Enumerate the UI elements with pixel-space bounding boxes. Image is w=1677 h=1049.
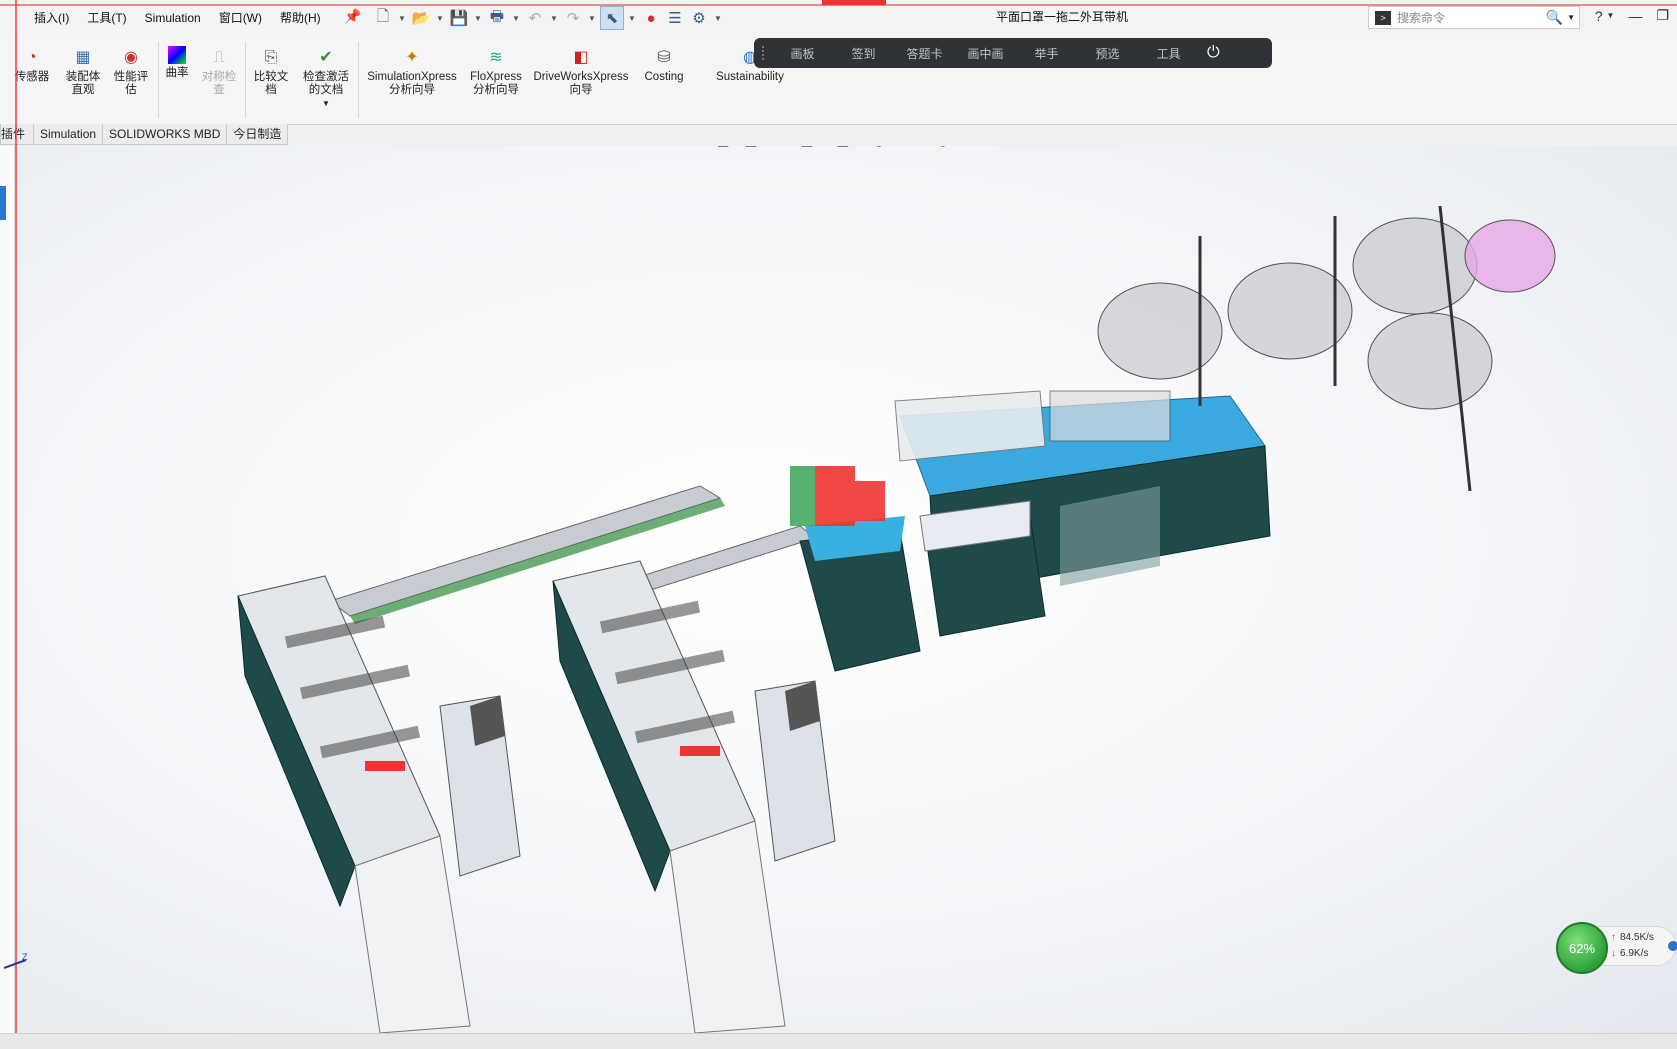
speed-readout: ↑ 84.5K/s ↓ 6.9K/s (1596, 926, 1677, 966)
ear-loop-welder-left (237, 575, 521, 1033)
axis-z-label: Z (22, 952, 28, 962)
upload-speed: ↑ 84.5K/s (1611, 932, 1654, 943)
floatbar-preselect[interactable]: 预选 (1077, 45, 1138, 62)
assembly-visualization-button[interactable]: ▦ 装配体直观 (62, 46, 104, 97)
symmetry-check-button[interactable]: ⎍ 对称检查 (198, 46, 240, 97)
curvature-button[interactable]: 曲率 (162, 46, 192, 80)
new-document-icon[interactable]: 🗋 (372, 7, 394, 29)
floatbar-drawing-board[interactable]: 画板 (772, 45, 833, 62)
command-tabs: 插件 Simulation SOLIDWORKS MBD 今日制造 (0, 124, 289, 146)
options-gear-icon[interactable]: ⚙ (688, 7, 710, 29)
search-placeholder[interactable]: 搜索命令 (1397, 9, 1546, 26)
file-properties-icon[interactable]: ☰ (664, 7, 686, 29)
command-prompt-icon: > (1375, 10, 1391, 25)
floating-classroom-toolbar: 画板 签到 答题卡 画中画 举手 预选 工具 ⏻ (754, 38, 1272, 68)
panel-indicator (0, 186, 6, 220)
sensor-icon: ◔ (27, 48, 37, 66)
status-bar (0, 1033, 1677, 1049)
floatbar-raise-hand[interactable]: 举手 (1016, 45, 1077, 62)
print-dropdown-icon[interactable]: ▼ (510, 14, 522, 23)
redo-dropdown-icon[interactable]: ▼ (586, 14, 598, 23)
performance-evaluation-icon: ◉ (124, 48, 138, 66)
triad-axis: Z (3, 952, 28, 969)
document-title: 平面口罩一拖二外耳带机 (996, 10, 1129, 24)
save-dropdown-icon[interactable]: ▼ (472, 14, 484, 23)
performance-evaluation-button[interactable]: ◉ 性能评估 (110, 46, 152, 97)
menu-simulation[interactable]: Simulation (136, 9, 210, 27)
options-dropdown-icon[interactable]: ▼ (712, 14, 724, 23)
open-icon[interactable]: 📂 (410, 7, 432, 29)
ear-loop-transfer-unit (790, 466, 885, 526)
help-icon[interactable]: ? (1595, 8, 1603, 24)
check-active-document-button[interactable]: ✔ 检查激活的文档 ▼ (298, 46, 354, 110)
tab-today-manufacture[interactable]: 今日制造 (226, 124, 289, 145)
tab-add-ins[interactable]: 插件 (0, 124, 35, 145)
compare-documents-icon: ⎘ (264, 48, 278, 66)
download-arrow-icon: ↓ (1611, 948, 1616, 959)
menu-tools[interactable]: 工具(T) (78, 9, 135, 27)
floatbar-answer-card[interactable]: 答题卡 (894, 45, 955, 62)
search-icon[interactable]: 🔍 (1546, 9, 1563, 26)
help-dropdown-icon[interactable]: ▼ (1607, 11, 1615, 20)
floxpress-icon: ≋ (489, 48, 503, 66)
minimize-icon[interactable]: — (1628, 8, 1642, 24)
memory-usage-ball[interactable]: 62% (1556, 922, 1608, 974)
check-dropdown-icon[interactable]: ▼ (322, 97, 330, 110)
download-speed: ↓ 6.9K/s (1611, 948, 1649, 959)
graphics-area[interactable]: ⌕ ⊡ ⤓ ◢ ▥ ✕ ◫▼ ◧▼ ◉▼ ◕ ◍▼ ▭▼ ◧ ◨ — ❐ (0, 146, 1677, 1033)
undo-icon[interactable]: ↶ (524, 7, 546, 29)
ribbon-separator (158, 42, 159, 118)
simulationxpress-icon: ✦ (405, 48, 419, 66)
costing-icon: ⛁ (657, 48, 671, 66)
driveworksxpress-icon: ◧ (573, 48, 589, 66)
pin-icon[interactable]: 📌 (344, 8, 361, 25)
restore-icon[interactable]: ❐ (1656, 7, 1669, 24)
quick-access-toolbar: 🗋 ▼ 📂 ▼ 💾 ▼ 🖶 ▼ ↶ ▼ ↷ ▼ ⬉ ▼ ● ☰ ⚙ ▼ (372, 6, 724, 30)
floatbar-tools[interactable]: 工具 (1138, 45, 1199, 62)
check-active-document-icon: ✔ (319, 48, 333, 66)
floxpress-button[interactable]: ≋ FloXpress 分析向导 (466, 46, 526, 97)
cad-model-render[interactable] (0, 146, 1677, 1033)
menu-insert[interactable]: 插入(I) (0, 9, 78, 27)
upload-arrow-icon: ↑ (1611, 932, 1616, 943)
select-cursor-icon[interactable]: ⬉ (600, 6, 624, 30)
menu-window[interactable]: 窗口(W) (210, 9, 271, 27)
electrical-cabinets (799, 500, 1046, 672)
open-dropdown-icon[interactable]: ▼ (434, 14, 446, 23)
floatbar-sign-in[interactable]: 签到 (833, 45, 894, 62)
assembly-visualization-icon: ▦ (75, 48, 91, 66)
simulationxpress-button[interactable]: ✦ SimulationXpress 分析向导 (364, 46, 460, 97)
window-controls: ? ▼ — ❐ (1595, 7, 1669, 24)
ribbon-separator (358, 42, 359, 118)
feature-manager-collapsed[interactable] (0, 146, 15, 1033)
power-icon[interactable]: ⏻ (1207, 44, 1220, 62)
driveworksxpress-button[interactable]: ◧ DriveWorksXpress 向导 (530, 46, 632, 97)
undo-dropdown-icon[interactable]: ▼ (548, 14, 560, 23)
print-icon[interactable]: 🖶 (486, 7, 508, 29)
costing-button[interactable]: ⛁ Costing (638, 46, 690, 84)
traffic-light-icon[interactable]: ● (640, 7, 662, 29)
network-speed-widget[interactable]: ↑ 84.5K/s ↓ 6.9K/s 62% (1556, 920, 1677, 974)
compare-documents-button[interactable]: ⎘ 比较文档 (250, 46, 292, 97)
widget-toggle-icon[interactable] (1668, 941, 1677, 951)
tab-simulation[interactable]: Simulation (33, 124, 104, 145)
symmetry-check-icon: ⎍ (213, 48, 225, 66)
select-dropdown-icon[interactable]: ▼ (626, 14, 638, 23)
drag-handle-icon[interactable] (762, 46, 772, 60)
search-dropdown-icon[interactable]: ▼ (1567, 13, 1575, 22)
save-icon[interactable]: 💾 (448, 7, 470, 29)
tab-solidworks-mbd[interactable]: SOLIDWORKS MBD (102, 124, 228, 145)
ear-loop-welder-right (552, 560, 836, 1033)
left-red-line (15, 0, 17, 1048)
menu-bar: 插入(I) 工具(T) Simulation 窗口(W) 帮助(H) (0, 9, 330, 27)
menu-help[interactable]: 帮助(H) (271, 9, 330, 27)
curvature-icon (168, 46, 186, 64)
new-dropdown-icon[interactable]: ▼ (396, 14, 408, 23)
redo-icon[interactable]: ↷ (562, 7, 584, 29)
title-bar: 插入(I) 工具(T) Simulation 窗口(W) 帮助(H) 📌 🗋 ▼ … (0, 0, 1677, 35)
sensor-button[interactable]: ◔ 传感器 (14, 46, 50, 84)
ribbon-separator (245, 42, 246, 118)
search-box[interactable]: > 搜索命令 🔍 ▼ (1368, 6, 1580, 29)
floatbar-picture-in-picture[interactable]: 画中画 (955, 45, 1016, 62)
